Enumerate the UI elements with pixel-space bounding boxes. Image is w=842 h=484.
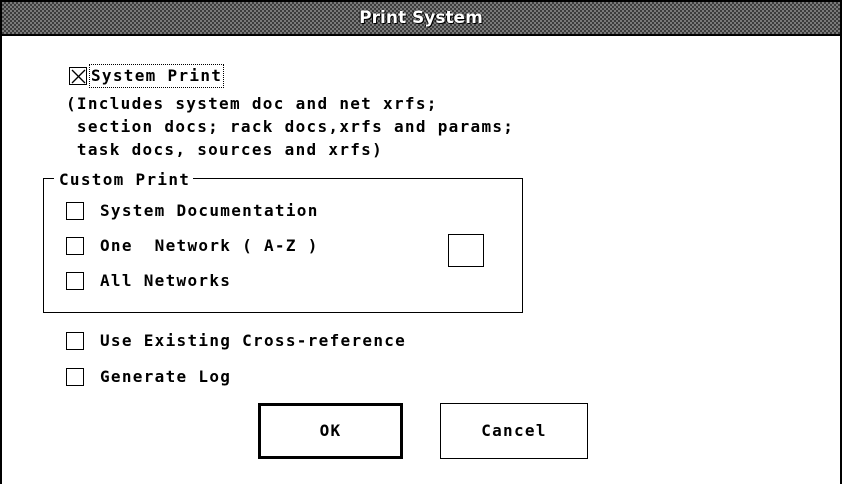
system-print-checkbox[interactable] <box>69 67 87 85</box>
use-existing-cross-reference-label[interactable]: Use Existing Cross-reference <box>100 331 406 351</box>
system-print-description-line-1: (Includes system doc and net xrfs; <box>66 94 438 113</box>
system-print-label[interactable]: System Print <box>88 64 225 88</box>
system-print-description-line-3: task docs, sources and xrfs) <box>66 140 384 159</box>
dialog-title: Print System <box>359 8 483 28</box>
all-networks-checkbox[interactable] <box>66 272 84 290</box>
system-documentation-checkbox[interactable] <box>66 202 84 220</box>
custom-print-legend: Custom Print <box>54 170 194 190</box>
ok-button[interactable]: OK <box>258 403 403 459</box>
one-network-checkbox[interactable] <box>66 237 84 255</box>
all-networks-label[interactable]: All Networks <box>100 271 231 291</box>
title-bar[interactable]: Print System <box>2 2 840 36</box>
checkbox-x-icon <box>71 69 86 84</box>
generate-log-label[interactable]: Generate Log <box>100 367 231 387</box>
use-existing-cross-reference-checkbox[interactable] <box>66 332 84 350</box>
generate-log-checkbox[interactable] <box>66 368 84 386</box>
network-letter-input[interactable] <box>448 234 484 267</box>
system-print-description-line-2: section docs; rack docs,xrfs and params; <box>66 117 515 136</box>
system-documentation-label[interactable]: System Documentation <box>100 201 319 221</box>
one-network-label[interactable]: One Network ( A-Z ) <box>100 236 319 256</box>
cancel-button[interactable]: Cancel <box>440 403 588 459</box>
